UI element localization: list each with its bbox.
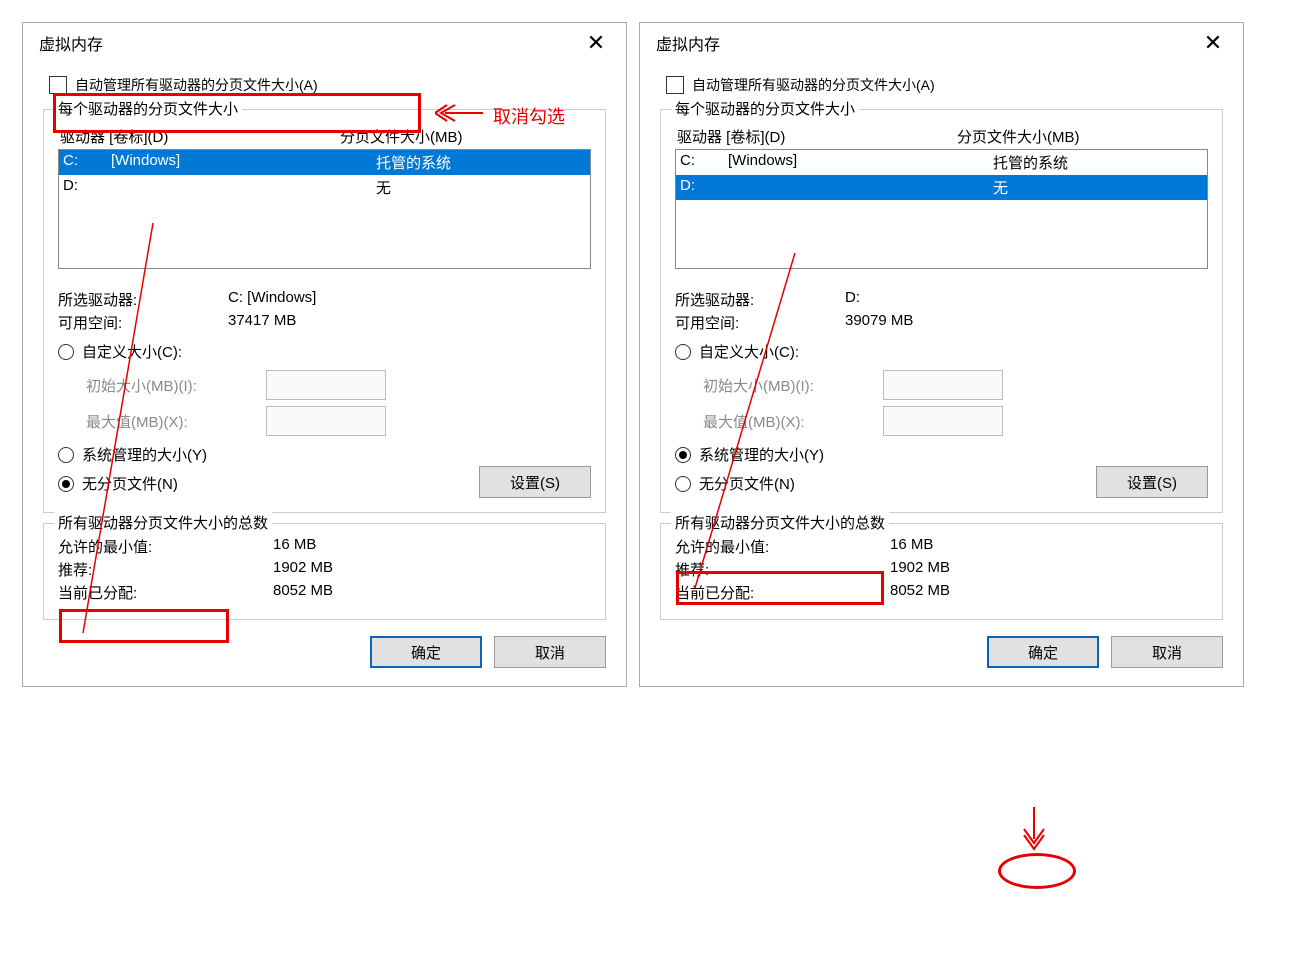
- total-legend: 所有驱动器分页文件大小的总数: [671, 512, 889, 533]
- rec-label: 推荐:: [675, 559, 890, 580]
- initial-size-label: 初始大小(MB)(I):: [703, 375, 883, 396]
- max-size-label: 最大值(MB)(X):: [703, 411, 883, 432]
- free-space-value: 39079 MB: [845, 312, 913, 333]
- cur-value: 8052 MB: [890, 582, 950, 603]
- rec-label: 推荐:: [58, 559, 273, 580]
- col-size: 分页文件大小(MB): [957, 126, 1080, 147]
- rec-value: 1902 MB: [890, 559, 950, 580]
- radio-icon[interactable]: [675, 476, 691, 492]
- col-drive: 驱动器 [卷标](D): [677, 126, 957, 147]
- annotation-circle: [998, 853, 1076, 889]
- max-size-label: 最大值(MB)(X):: [86, 411, 266, 432]
- per-drive-legend: 每个驱动器的分页文件大小: [671, 98, 859, 119]
- max-size-input[interactable]: [883, 406, 1003, 436]
- cur-label: 当前已分配:: [58, 582, 273, 603]
- auto-manage-label: 自动管理所有驱动器的分页文件大小(A): [75, 75, 318, 95]
- free-space-value: 37417 MB: [228, 312, 296, 333]
- min-value: 16 MB: [273, 536, 316, 557]
- drive-size: 托管的系统: [376, 152, 586, 173]
- selected-drive-label: 所选驱动器:: [675, 289, 845, 310]
- ok-button[interactable]: 确定: [370, 636, 482, 668]
- per-drive-group: 每个驱动器的分页文件大小 驱动器 [卷标](D) 分页文件大小(MB) C: […: [43, 109, 606, 513]
- selected-drive-value: C: [Windows]: [228, 289, 316, 310]
- set-button[interactable]: 设置(S): [1096, 466, 1208, 498]
- total-legend: 所有驱动器分页文件大小的总数: [54, 512, 272, 533]
- drive-list-header: 驱动器 [卷标](D) 分页文件大小(MB): [60, 126, 591, 147]
- drive-list-header: 驱动器 [卷标](D) 分页文件大小(MB): [677, 126, 1208, 147]
- drive-size: 无: [993, 177, 1203, 198]
- initial-size-input[interactable]: [883, 370, 1003, 400]
- drive-label: [728, 177, 993, 198]
- titlebar: 虚拟内存 ✕: [23, 23, 626, 67]
- drive-row[interactable]: D: 无: [676, 175, 1207, 200]
- radio-none-label: 无分页文件(N): [82, 473, 178, 494]
- cur-value: 8052 MB: [273, 582, 333, 603]
- virtual-memory-dialog-left: 虚拟内存 ✕ 自动管理所有驱动器的分页文件大小(A) 每个驱动器的分页文件大小 …: [22, 22, 627, 687]
- drive-letter: D:: [63, 177, 111, 198]
- dialog-title: 虚拟内存: [39, 31, 576, 55]
- drive-row[interactable]: D: 无: [59, 175, 590, 200]
- radio-custom-label: 自定义大小(C):: [699, 341, 799, 362]
- radio-system-managed[interactable]: 系统管理的大小(Y): [58, 444, 591, 465]
- auto-manage-label: 自动管理所有驱动器的分页文件大小(A): [692, 75, 935, 95]
- drive-size: 托管的系统: [993, 152, 1203, 173]
- initial-size-label: 初始大小(MB)(I):: [86, 375, 266, 396]
- drive-label: [Windows]: [728, 152, 993, 173]
- radio-icon[interactable]: [58, 447, 74, 463]
- drive-list[interactable]: C: [Windows] 托管的系统 D: 无: [58, 149, 591, 269]
- selected-drive-label: 所选驱动器:: [58, 289, 228, 310]
- drive-letter: C:: [63, 152, 111, 173]
- drive-label: [Windows]: [111, 152, 376, 173]
- drive-row[interactable]: C: [Windows] 托管的系统: [59, 150, 590, 175]
- radio-custom-label: 自定义大小(C):: [82, 341, 182, 362]
- titlebar: 虚拟内存 ✕: [640, 23, 1243, 67]
- checkbox-icon[interactable]: [49, 76, 67, 94]
- radio-icon[interactable]: [675, 447, 691, 463]
- initial-size-input[interactable]: [266, 370, 386, 400]
- min-value: 16 MB: [890, 536, 933, 557]
- radio-custom-size[interactable]: 自定义大小(C):: [58, 341, 591, 362]
- per-drive-legend: 每个驱动器的分页文件大小: [54, 98, 242, 119]
- col-size: 分页文件大小(MB): [340, 126, 463, 147]
- drive-letter: D:: [680, 177, 728, 198]
- cancel-button[interactable]: 取消: [494, 636, 606, 668]
- radio-system-label: 系统管理的大小(Y): [82, 444, 207, 465]
- drive-row[interactable]: C: [Windows] 托管的系统: [676, 150, 1207, 175]
- virtual-memory-dialog-right: 虚拟内存 ✕ 自动管理所有驱动器的分页文件大小(A) 每个驱动器的分页文件大小 …: [639, 22, 1244, 687]
- radio-icon[interactable]: [58, 344, 74, 360]
- drive-list[interactable]: C: [Windows] 托管的系统 D: 无: [675, 149, 1208, 269]
- cur-label: 当前已分配:: [675, 582, 890, 603]
- free-space-label: 可用空间:: [58, 312, 228, 333]
- max-size-input[interactable]: [266, 406, 386, 436]
- per-drive-group: 每个驱动器的分页文件大小 驱动器 [卷标](D) 分页文件大小(MB) C: […: [660, 109, 1223, 513]
- drive-label: [111, 177, 376, 198]
- annotation-arrow-down-icon: [1020, 805, 1048, 851]
- total-group: 所有驱动器分页文件大小的总数 允许的最小值:16 MB 推荐:1902 MB 当…: [660, 523, 1223, 620]
- ok-button[interactable]: 确定: [987, 636, 1099, 668]
- radio-custom-size[interactable]: 自定义大小(C):: [675, 341, 1208, 362]
- min-label: 允许的最小值:: [58, 536, 273, 557]
- col-drive: 驱动器 [卷标](D): [60, 126, 340, 147]
- radio-none-label: 无分页文件(N): [699, 473, 795, 494]
- close-icon[interactable]: ✕: [1193, 29, 1233, 57]
- free-space-label: 可用空间:: [675, 312, 845, 333]
- drive-letter: C:: [680, 152, 728, 173]
- drive-size: 无: [376, 177, 586, 198]
- radio-system-managed[interactable]: 系统管理的大小(Y): [675, 444, 1208, 465]
- min-label: 允许的最小值:: [675, 536, 890, 557]
- rec-value: 1902 MB: [273, 559, 333, 580]
- set-button[interactable]: 设置(S): [479, 466, 591, 498]
- checkbox-icon[interactable]: [666, 76, 684, 94]
- radio-icon[interactable]: [58, 476, 74, 492]
- radio-icon[interactable]: [675, 344, 691, 360]
- dialog-title: 虚拟内存: [656, 31, 1193, 55]
- selected-drive-value: D:: [845, 289, 860, 310]
- total-group: 所有驱动器分页文件大小的总数 允许的最小值:16 MB 推荐:1902 MB 当…: [43, 523, 606, 620]
- close-icon[interactable]: ✕: [576, 29, 616, 57]
- cancel-button[interactable]: 取消: [1111, 636, 1223, 668]
- radio-system-label: 系统管理的大小(Y): [699, 444, 824, 465]
